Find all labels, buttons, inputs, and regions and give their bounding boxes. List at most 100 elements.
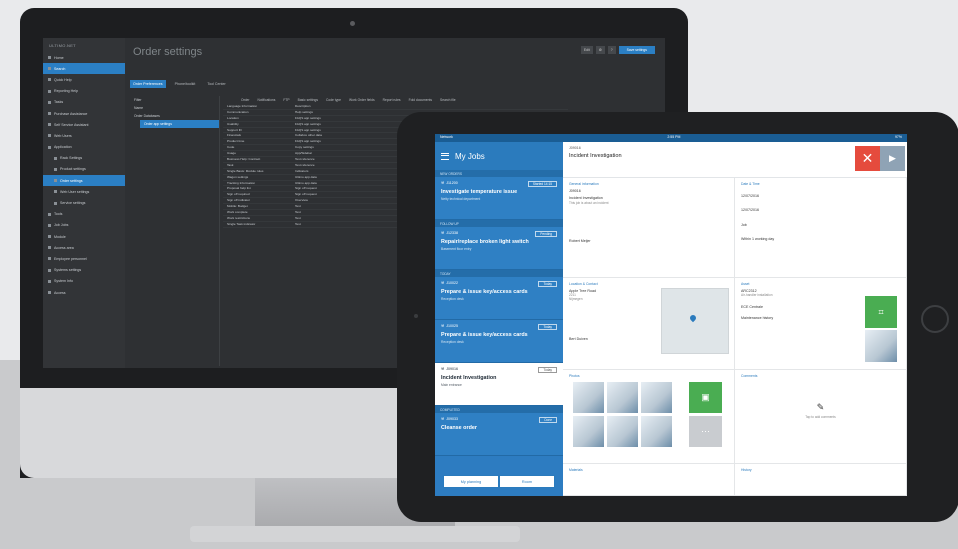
date-line: Job [741, 222, 747, 227]
sidebar-item[interactable]: Reporting Help [43, 86, 125, 97]
sidebar-item[interactable]: Product settings [43, 164, 125, 175]
grid-cell: Test [295, 210, 301, 215]
sidebar-item-label: Tasks [54, 100, 64, 105]
tab[interactable]: Order Preferences [130, 80, 166, 88]
sidebar-item[interactable]: Access area [43, 242, 125, 253]
camera-button[interactable]: ▣ [689, 382, 722, 413]
grid-tab[interactable]: Order [241, 98, 249, 102]
sidebar-item[interactable]: Web Users [43, 130, 125, 141]
wrench-icon: ⚒ [441, 281, 445, 285]
grid-tab[interactable]: FTP [283, 98, 289, 102]
sidebar-item-label: Module [54, 234, 66, 239]
sidebar-item[interactable]: Purchase Assistance [43, 108, 125, 119]
date-line: 12/07/2016 [741, 208, 759, 213]
grid-tab[interactable]: Basic settings [298, 98, 318, 102]
sidebar-item[interactable]: Access [43, 287, 125, 298]
job-status-badge: Today [538, 367, 557, 373]
grid-cell: Work restrictions [227, 215, 250, 220]
job-id-text: J12338 [446, 231, 459, 235]
wrench-icon: ⚒ [441, 417, 445, 421]
grid-tab[interactable]: Fold documents [409, 98, 432, 102]
room-button[interactable]: Room [499, 475, 555, 488]
sidebar-item[interactable]: Systems settings [43, 265, 125, 276]
job-id-text: J10022 [446, 281, 459, 285]
grid-tab[interactable]: Search file [440, 98, 456, 102]
settings-tree: Filter Name Order Databases Order app setti… [130, 96, 220, 366]
grid-tab[interactable]: Work Order fields [349, 98, 375, 102]
webcam-icon [350, 21, 355, 26]
photo-thumbnail[interactable] [641, 382, 672, 413]
comments-pane: Comments ✎ Tap to add comments [735, 370, 907, 464]
sidebar-item-label: Search [54, 66, 66, 71]
location-map[interactable] [661, 288, 729, 354]
sidebar-item[interactable]: System Info [43, 276, 125, 287]
edit-button[interactable]: Edit [580, 46, 593, 54]
job-card[interactable]: ⚒ J12338 Pending Repair/replace broken ligh… [435, 227, 563, 270]
job-description: Basement floor entry [441, 247, 472, 251]
tree-item[interactable]: Order Databases [130, 112, 219, 120]
sidebar-item[interactable]: Self Service Assistant [43, 119, 125, 130]
job-card[interactable]: ⚒ J10025 Today Prepare & issue key/access c… [435, 320, 563, 363]
photo-thumbnail[interactable] [573, 416, 604, 447]
photo-thumbnail[interactable] [607, 382, 638, 413]
close-button[interactable]: ✕ [855, 146, 880, 171]
play-button[interactable]: ▶ [880, 146, 905, 171]
comments-heading: Comments [741, 374, 758, 378]
planning-button[interactable]: My planning [443, 475, 499, 488]
grid-cell: Test reference [295, 157, 315, 162]
grid-tab[interactable]: Report rules [383, 98, 401, 102]
sidebar-item[interactable]: Service settings [43, 197, 125, 208]
tree-item[interactable]: Filter [130, 96, 219, 104]
qr-scan-button[interactable]: ⌗ [865, 296, 897, 328]
more-photos-button[interactable]: ⋯ [689, 416, 722, 447]
sidebar-item-label: Access [54, 290, 66, 295]
tab[interactable]: Tool Center [204, 80, 228, 88]
gear-icon[interactable]: ⚙ [595, 46, 605, 54]
tree-item[interactable]: Name [130, 104, 219, 112]
page-title: Order settings [133, 46, 203, 58]
photo-thumbnail[interactable] [607, 416, 638, 447]
photos-heading: Photos [569, 374, 580, 378]
tab[interactable]: Phone/toolkit [172, 80, 199, 88]
job-card[interactable]: ⚒ J09016 Today Incident Investigation Main e… [435, 363, 563, 406]
sidebar-item[interactable]: Employee personnel [43, 253, 125, 264]
sidebar-item[interactable]: Module [43, 231, 125, 242]
grid-tab[interactable]: Code type [326, 98, 341, 102]
menu-item-icon [54, 179, 57, 183]
pencil-icon[interactable]: ✎ [741, 402, 900, 413]
grid-tab[interactable]: Notifications [257, 98, 275, 102]
job-card[interactable]: ⚒ J11200 Started 14:15 Investigate temperat… [435, 177, 563, 220]
sidebar-item-label: Web Users [54, 133, 72, 138]
sidebar-item[interactable]: Tasks [43, 97, 125, 108]
help-icon[interactable]: ? [607, 46, 616, 54]
detail-title: Incident Investigation [569, 153, 622, 159]
save-button[interactable]: Save settings [618, 46, 655, 54]
job-status-badge: Pending [535, 231, 557, 237]
grid-cell: Sign off request [295, 186, 317, 191]
grid-cell: Overview [295, 198, 308, 203]
photo-thumbnail[interactable] [641, 416, 672, 447]
tree-item[interactable]: Order app settings [140, 120, 219, 128]
sidebar-item[interactable]: Search [43, 63, 125, 75]
sidebar-item[interactable]: Web User settings [43, 186, 125, 197]
photo-thumbnail[interactable] [573, 382, 604, 413]
section-header: TODAY [435, 270, 563, 277]
asset-photo[interactable] [865, 330, 897, 362]
general-line: This job is about an incident [569, 200, 609, 205]
sidebar-item[interactable]: Tools [43, 209, 125, 220]
job-card[interactable]: ⚒ J09033 Done Cleanse order [435, 413, 563, 456]
date-time-heading: Date & Time [741, 182, 760, 186]
network-status: Network [440, 135, 453, 139]
sidebar-item[interactable]: Order settings [43, 175, 125, 187]
job-card[interactable]: ⚒ J10022 Today Prepare & issue key/access c… [435, 277, 563, 320]
sidebar-item[interactable]: Quick Help [43, 74, 125, 85]
sidebar-item-label: Quick Help [54, 77, 72, 82]
sidebar-item[interactable]: Application [43, 142, 125, 153]
home-button[interactable] [921, 305, 949, 333]
sidebar-item[interactable]: Rack Settings [43, 153, 125, 164]
menu-icon[interactable] [441, 152, 449, 160]
job-id-text: J09033 [446, 417, 459, 421]
sidebar-item[interactable]: Home [43, 52, 125, 63]
sidebar-item[interactable]: Job Jobs [43, 220, 125, 231]
sidebar-item-label: Product settings [60, 167, 86, 172]
